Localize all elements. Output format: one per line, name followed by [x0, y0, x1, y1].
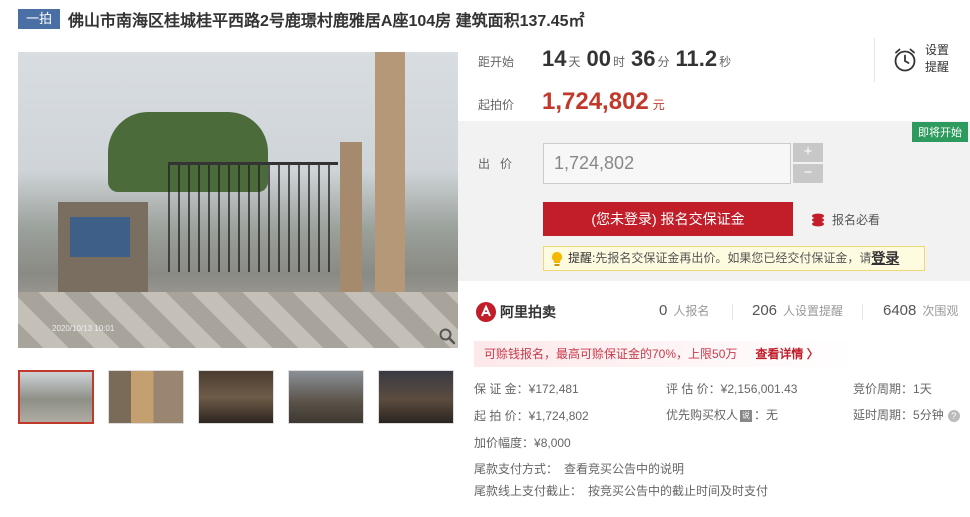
increment-label: 加价幅度：	[474, 436, 535, 450]
signups-label: 人报名	[673, 304, 710, 318]
countdown-hours: 00	[586, 46, 611, 71]
register-deposit-button[interactable]: (您未登录) 报名交保证金	[543, 202, 793, 236]
countdown-seconds: 11.2	[675, 46, 718, 71]
delay-value: 5分钟	[913, 408, 944, 422]
appraisal-info: 评 估 价：¥2,156,001.43	[666, 380, 797, 397]
countdown-hours-unit: 时	[612, 55, 625, 69]
signups-stat: 0 人报名	[659, 302, 709, 319]
deposit-label: 保 证 金：	[474, 382, 529, 396]
countdown-label: 距开始	[478, 55, 515, 69]
reminder-label: 设置 提醒	[925, 42, 955, 76]
cycle-value: 1天	[913, 382, 932, 396]
countdown-seconds-unit: 秒	[719, 55, 732, 69]
set-reminder-button[interactable]: 设置 提醒	[874, 38, 970, 82]
status-badge: 即将开始	[912, 122, 968, 142]
credit-promo-banner: 可赊钱报名，最高可赊保证金的70%，上限50万 查看详情 〉	[474, 341, 854, 367]
zoom-icon[interactable]	[438, 327, 456, 345]
thumbnail-strip	[18, 370, 468, 424]
thumbnail-2[interactable]	[108, 370, 184, 424]
thumbnail-3[interactable]	[198, 370, 274, 424]
start-price-value: 1,724,802	[542, 88, 649, 115]
round-badge: 一拍	[18, 9, 61, 29]
brand-name: 阿里拍卖	[500, 304, 556, 320]
appraisal-label: 评 估 价：	[666, 382, 721, 396]
payment-method-value: 查看竞买公告中的说明	[564, 462, 685, 476]
must-read-label: 报名必看	[832, 213, 881, 227]
ali-auction-icon	[476, 302, 496, 322]
priority-value: ：无	[754, 408, 779, 422]
divider	[862, 304, 863, 320]
promo-text: 可赊钱报名，最高可赊保证金的70%，上限50万	[484, 347, 738, 361]
countdown-days: 14	[542, 46, 567, 71]
delay-info: 延时周期：5分钟?	[853, 406, 960, 423]
coins-icon	[812, 213, 824, 226]
stats-row: 阿里拍卖 0 人报名 206 人设置提醒 6408 次围观	[474, 298, 970, 328]
deposit-info: 保 证 金：¥172,481	[474, 380, 579, 397]
reminder-label-line1: 设置	[925, 43, 950, 57]
bid-amount-input[interactable]	[543, 143, 791, 184]
payment-deadline-value: 按竞买公告中的截止时间及时支付	[588, 484, 769, 498]
cycle-label: 竞价周期：	[853, 382, 914, 396]
photo-timestamp: 2020/10/13 10:01	[52, 324, 115, 333]
reminder-label-line2: 提醒	[925, 60, 950, 74]
reminders-label: 人设置提醒	[783, 304, 844, 318]
brand-logo: 阿里拍卖	[476, 302, 556, 322]
lightbulb-icon	[552, 251, 562, 266]
info-tag-icon[interactable]: 说	[740, 409, 753, 422]
start-label: 起 拍 价：	[474, 409, 529, 423]
payment-method-label: 尾款支付方式：	[474, 462, 559, 476]
start-info: 起 拍 价：¥1,724,802	[474, 407, 589, 424]
photo-pillar	[375, 52, 405, 322]
delay-label: 延时周期：	[853, 408, 914, 422]
divider	[732, 304, 733, 320]
photo-gate	[168, 162, 338, 272]
login-link[interactable]: 登录	[871, 247, 899, 270]
views-count: 6408	[883, 302, 917, 319]
tip-text: 先报名交保证金再出价。如果您已经交付保证金，请	[595, 251, 872, 265]
start-price-label: 起拍价	[478, 98, 515, 112]
main-photo[interactable]: 2020/10/13 10:01	[18, 52, 458, 348]
countdown-minutes: 36	[631, 46, 656, 71]
deposit-value: ¥172,481	[528, 382, 579, 396]
appraisal-value: ¥2,156,001.43	[720, 382, 798, 396]
reminders-count: 206	[752, 302, 778, 319]
increment-info: 加价幅度：¥8,000	[474, 434, 571, 451]
bid-label: 出价	[478, 157, 523, 171]
photo-floor	[18, 292, 458, 348]
views-label: 次围观	[922, 304, 959, 318]
thumbnail-4[interactable]	[288, 370, 364, 424]
must-read-link[interactable]: 报名必看	[810, 211, 880, 228]
reminders-stat: 206 人设置提醒	[752, 302, 843, 319]
start-price-unit: 元	[652, 98, 665, 112]
increase-bid-button[interactable]: +	[793, 143, 823, 162]
thumbnail-1[interactable]	[18, 370, 94, 424]
help-icon[interactable]: ?	[947, 409, 960, 422]
payment-deadline-label: 尾款线上支付截止：	[474, 484, 583, 498]
signups-count: 0	[659, 302, 668, 319]
thumbnail-5[interactable]	[378, 370, 454, 424]
priority-info: 优先购买权人说：无	[666, 406, 778, 423]
countdown-days-unit: 天	[568, 55, 581, 69]
views-stat: 6408 次围观	[883, 302, 958, 319]
start-price-row: 起拍价 1,724,802 元	[478, 88, 665, 116]
countdown: 距开始 14 天 00 时 36 分 11.2 秒	[478, 46, 737, 72]
decrease-bid-button[interactable]: −	[793, 164, 823, 183]
title-bar: 一拍 佛山市南海区桂城桂平西路2号鹿璟村鹿雅居A座104房 建筑面积137.45…	[18, 8, 585, 30]
photo-booth-window	[70, 217, 130, 257]
payment-method-info: 尾款支付方式： 查看竞买公告中的说明	[474, 460, 684, 477]
alarm-clock-icon	[894, 48, 916, 72]
login-tip: 提醒: 先报名交保证金再出价。如果您已经交付保证金，请 登录	[543, 246, 925, 271]
priority-label: 优先购买权人	[666, 408, 739, 422]
promo-details-link[interactable]: 查看详情 〉	[755, 347, 818, 361]
payment-deadline-info: 尾款线上支付截止： 按竞买公告中的截止时间及时支付	[474, 482, 768, 499]
tip-prefix: 提醒:	[568, 251, 596, 265]
bid-panel: 即将开始 出价 + − (您未登录) 报名交保证金 报名必看 提醒: 先报名交保…	[458, 121, 970, 281]
increment-value: ¥8,000	[534, 436, 571, 450]
page-title: 佛山市南海区桂城桂平西路2号鹿璟村鹿雅居A座104房 建筑面积137.45㎡	[68, 13, 585, 30]
start-value: ¥1,724,802	[528, 409, 589, 423]
photo-pillar	[340, 142, 362, 312]
countdown-minutes-unit: 分	[657, 55, 670, 69]
cycle-info: 竞价周期：1天	[853, 380, 932, 397]
